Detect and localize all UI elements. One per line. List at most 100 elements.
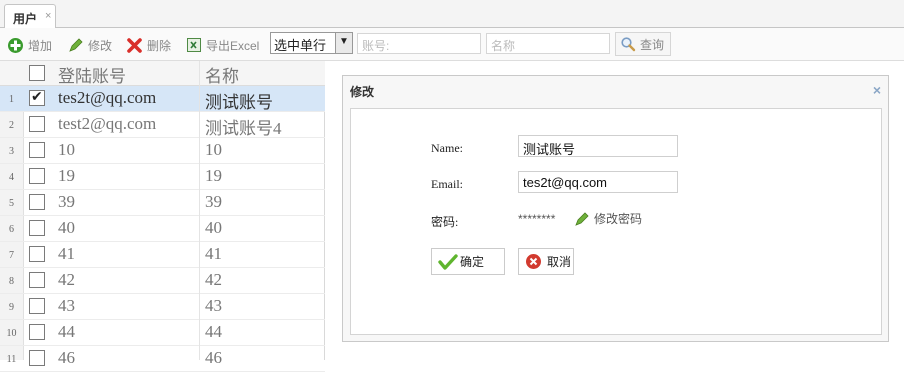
table-row[interactable]: 2 test2@qq.com 测试账号4 [0, 112, 325, 138]
delete-label: 删除 [147, 38, 172, 53]
cell-account: 43 [58, 296, 75, 315]
name-field[interactable]: 测试账号 [518, 135, 678, 157]
row-checkbox[interactable] [29, 168, 45, 184]
search-icon [621, 37, 636, 52]
cell-account: test2@qq.com [58, 114, 157, 133]
search-label: 查询 [640, 37, 665, 52]
row-number: 5 [9, 198, 14, 209]
export-excel-button[interactable]: 导出Excel [186, 34, 259, 56]
row-checkbox[interactable] [29, 220, 45, 236]
cell-account: 44 [58, 322, 75, 341]
confirm-label: 确定 [460, 255, 485, 269]
name-search-input[interactable]: 名称 [486, 33, 610, 54]
row-number: 8 [9, 276, 14, 287]
add-button[interactable]: 增加 [7, 34, 52, 56]
table-row[interactable]: 8 42 42 [0, 268, 325, 294]
cell-account: 39 [58, 192, 75, 211]
add-label: 增加 [28, 38, 53, 53]
checkmark-icon [438, 253, 458, 270]
table-row[interactable]: 3 10 10 [0, 138, 325, 164]
edit-label: 修改 [88, 38, 113, 53]
row-checkbox[interactable] [29, 272, 45, 288]
delete-button[interactable]: 删除 [126, 34, 171, 56]
tab-users-label: 用户 [13, 12, 38, 26]
password-mask: ******** [518, 212, 556, 226]
cancel-button[interactable]: 取消 [518, 248, 574, 275]
cell-account: 46 [58, 348, 75, 367]
chevron-down-icon: ▼ [335, 33, 352, 53]
name-search-placeholder: 名称 [491, 39, 516, 53]
row-number: 4 [9, 172, 14, 183]
row-number: 10 [6, 328, 17, 339]
cell-name: 测试账号4 [205, 119, 282, 138]
cell-name: 44 [205, 322, 222, 341]
excel-icon [187, 38, 201, 52]
table-row[interactable]: 10 44 44 [0, 320, 325, 346]
row-checkbox[interactable] [29, 246, 45, 262]
column-header-name[interactable]: 名称 [205, 62, 239, 87]
column-header-account[interactable]: 登陆账号 [58, 62, 126, 87]
pencil-icon [69, 38, 83, 52]
row-checkbox[interactable] [29, 324, 45, 340]
password-label: 密码: [431, 215, 459, 229]
table-row[interactable]: 5 39 39 [0, 190, 325, 216]
add-icon [8, 37, 23, 53]
email-label: Email: [431, 177, 463, 191]
grid-header: 登陆账号 名称 [0, 61, 325, 86]
cell-name: 10 [205, 140, 222, 159]
cell-account: 42 [58, 270, 75, 289]
cell-name: 46 [205, 348, 222, 367]
cell-account: 41 [58, 244, 75, 263]
cancel-icon [526, 254, 541, 269]
selection-mode-select[interactable]: 选中单行 ▼ [270, 32, 353, 54]
table-row[interactable]: 6 40 40 [0, 216, 325, 242]
table-row[interactable]: 4 19 19 [0, 164, 325, 190]
row-number: 3 [9, 146, 14, 157]
cell-name: 41 [205, 244, 222, 263]
select-all-checkbox[interactable] [29, 65, 45, 81]
cell-account: 19 [58, 166, 75, 185]
edit-dialog: 修改 × Name: 测试账号 Email: tes2t@qq.com 密码: … [342, 75, 889, 342]
search-button[interactable]: 查询 [615, 32, 671, 56]
cell-name: 19 [205, 166, 222, 185]
change-password-label: 修改密码 [594, 212, 643, 226]
account-search-placeholder: 账号: [362, 39, 390, 53]
table-row[interactable]: 9 43 43 [0, 294, 325, 320]
column-divider [199, 61, 200, 360]
change-password-link[interactable]: 修改密码 [574, 210, 642, 227]
row-checkbox[interactable] [29, 298, 45, 314]
tab-bar: 用户 × [0, 0, 904, 29]
confirm-button[interactable]: 确定 [431, 248, 505, 275]
row-checkbox[interactable] [29, 194, 45, 210]
row-checkbox[interactable] [29, 350, 45, 366]
cell-name: 39 [205, 192, 222, 211]
row-number: 2 [9, 120, 14, 131]
account-search-input[interactable]: 账号: [357, 33, 481, 54]
delete-icon [127, 37, 142, 53]
close-icon[interactable]: × [873, 82, 881, 98]
dialog-body: Name: 测试账号 Email: tes2t@qq.com 密码: *****… [350, 108, 882, 335]
cell-name: 42 [205, 270, 222, 289]
table-row[interactable]: 7 41 41 [0, 242, 325, 268]
row-checkbox[interactable]: ✔ [29, 88, 45, 106]
email-field[interactable]: tes2t@qq.com [518, 171, 678, 193]
table-row[interactable]: 1 ✔ tes2t@qq.com 测试账号 [0, 86, 325, 112]
pencil-icon [575, 211, 589, 226]
cancel-label: 取消 [547, 255, 572, 269]
cell-name: 40 [205, 218, 222, 237]
toolbar: 增加 修改 删除 导出Excel 选中单行 ▼ 账号: 名称 查询 [0, 28, 904, 61]
tab-users[interactable]: 用户 × [4, 4, 56, 29]
cell-account: 40 [58, 218, 75, 237]
dialog-title: 修改 [350, 85, 375, 99]
row-number: 1 [9, 94, 14, 105]
user-grid: 登陆账号 名称 1 ✔ tes2t@qq.com 测试账号 2 test2@qq.com 测… [0, 61, 325, 372]
row-checkbox[interactable] [29, 116, 45, 132]
edit-button[interactable]: 修改 [68, 34, 112, 56]
checkmark-icon: ✔ [31, 88, 43, 104]
name-label: Name: [431, 141, 463, 155]
table-row[interactable]: 11 46 46 [0, 346, 325, 372]
tab-close-icon[interactable]: × [45, 10, 51, 22]
selection-mode-value: 选中单行 [274, 38, 327, 53]
cell-name: 43 [205, 296, 222, 315]
row-checkbox[interactable] [29, 142, 45, 158]
